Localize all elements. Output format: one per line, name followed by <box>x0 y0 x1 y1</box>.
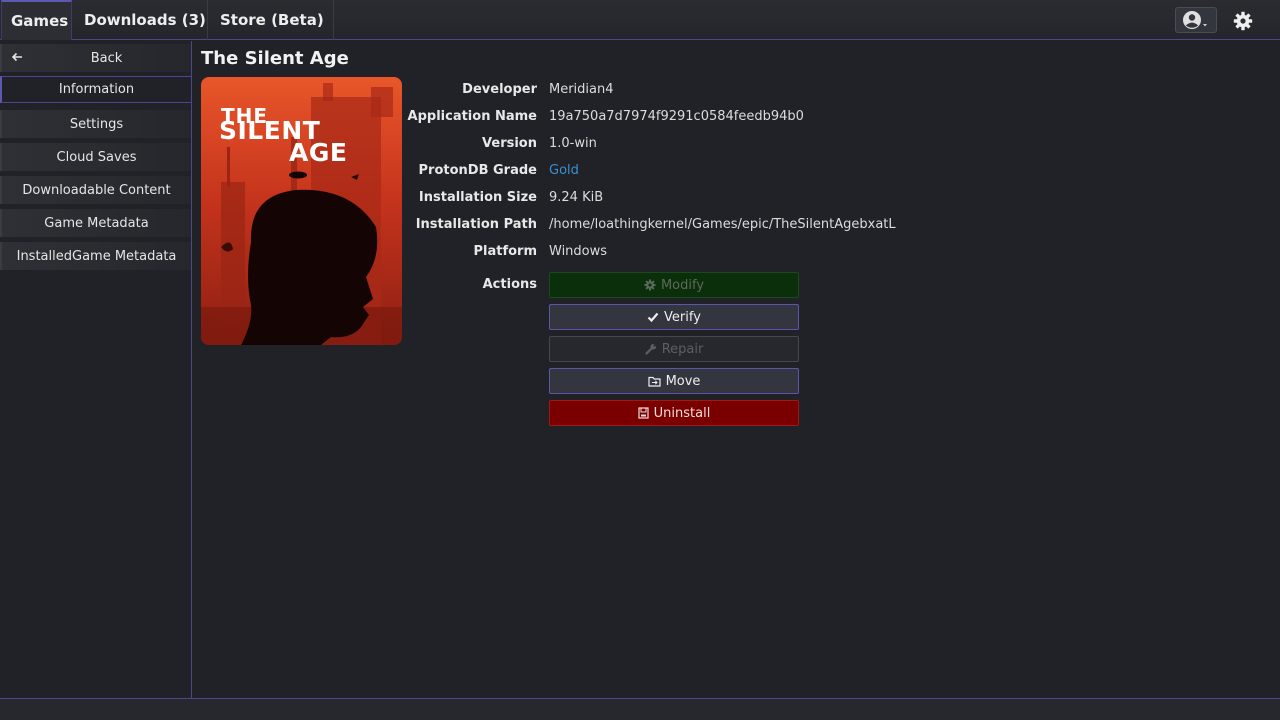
tab-divider <box>333 0 334 40</box>
tab-downloads-label: Downloads (3) <box>84 11 206 29</box>
installation-size-label: Installation Size <box>418 190 537 205</box>
actions-label: Actions <box>482 277 537 292</box>
gear-icon <box>644 279 656 291</box>
game-cover-image: THE SILENT AGE <box>201 77 402 345</box>
move-label: Move <box>665 373 701 389</box>
tab-store[interactable]: Store (Beta) <box>211 0 333 40</box>
protondb-grade-link[interactable]: Gold <box>549 163 579 178</box>
tab-divider <box>207 0 208 40</box>
sidebar-item-game-metadata[interactable]: Game Metadata <box>0 209 191 237</box>
account-circle-icon <box>1183 11 1207 29</box>
tab-store-label: Store (Beta) <box>220 11 324 29</box>
back-label: Back <box>90 50 123 66</box>
version-label: Version <box>482 136 537 151</box>
trash-icon <box>638 407 649 419</box>
sidebar-item-label: Cloud Saves <box>56 149 137 165</box>
uninstall-label: Uninstall <box>653 405 711 421</box>
sidebar-item-downloadable-content[interactable]: Downloadable Content <box>0 176 191 204</box>
platform-value: Windows <box>549 244 608 259</box>
application-name-value: 19a750a7d7974f9291c0584feedb94b0 <box>549 109 804 124</box>
installation-size-value: 9.24 KiB <box>549 190 604 205</box>
modify-button[interactable]: Modify <box>549 272 799 298</box>
check-icon <box>647 312 659 323</box>
application-name-label: Application Name <box>407 109 537 124</box>
arrow-left-icon <box>11 52 22 62</box>
sidebar-item-installedgame-metadata[interactable]: InstalledGame Metadata <box>0 242 191 270</box>
status-bar <box>0 698 1280 720</box>
uninstall-button[interactable]: Uninstall <box>549 400 799 426</box>
developer-value: Meridian4 <box>549 82 614 97</box>
move-button[interactable]: Move <box>549 368 799 394</box>
sidebar-item-label: Information <box>58 82 135 97</box>
cover-title-age: AGE <box>289 138 347 167</box>
protondb-grade-label: ProtonDB Grade <box>418 163 537 178</box>
tab-games-label: Games <box>11 12 69 30</box>
sidebar-item-cloud-saves[interactable]: Cloud Saves <box>0 143 191 171</box>
repair-label: Repair <box>661 341 704 357</box>
sidebar-item-label: Settings <box>69 116 124 132</box>
repair-button[interactable]: Repair <box>549 336 799 362</box>
account-button[interactable] <box>1175 7 1217 33</box>
installation-path-value: /home/loathingkernel/Games/epic/TheSilen… <box>549 217 896 232</box>
page-title: The Silent Age <box>201 48 349 69</box>
wrench-icon <box>645 343 656 355</box>
sidebar-item-settings[interactable]: Settings <box>0 110 191 138</box>
platform-label: Platform <box>473 244 537 259</box>
modify-label: Modify <box>660 277 705 293</box>
sidebar-item-label: InstalledGame Metadata <box>16 248 177 264</box>
folder-icon <box>647 376 661 387</box>
tab-games[interactable]: Games <box>1 0 72 40</box>
top-tab-bar: Games Downloads (3) Store (Beta) <box>0 0 1280 40</box>
verify-label: Verify <box>664 309 701 325</box>
version-value: 1.0-win <box>549 136 597 151</box>
tab-downloads[interactable]: Downloads (3) <box>75 0 215 40</box>
sidebar-item-information[interactable]: Information <box>0 76 191 103</box>
settings-button[interactable] <box>1230 8 1256 34</box>
gear-icon <box>1233 11 1253 31</box>
installation-path-label: Installation Path <box>415 217 537 232</box>
verify-button[interactable]: Verify <box>549 304 799 330</box>
sidebar-item-label: Downloadable Content <box>22 182 171 198</box>
sidebar-item-label: Game Metadata <box>44 215 149 231</box>
sidebar: Back Information Settings Cloud Saves Do… <box>0 41 192 698</box>
back-button[interactable]: Back <box>0 44 191 72</box>
developer-label: Developer <box>462 82 537 97</box>
